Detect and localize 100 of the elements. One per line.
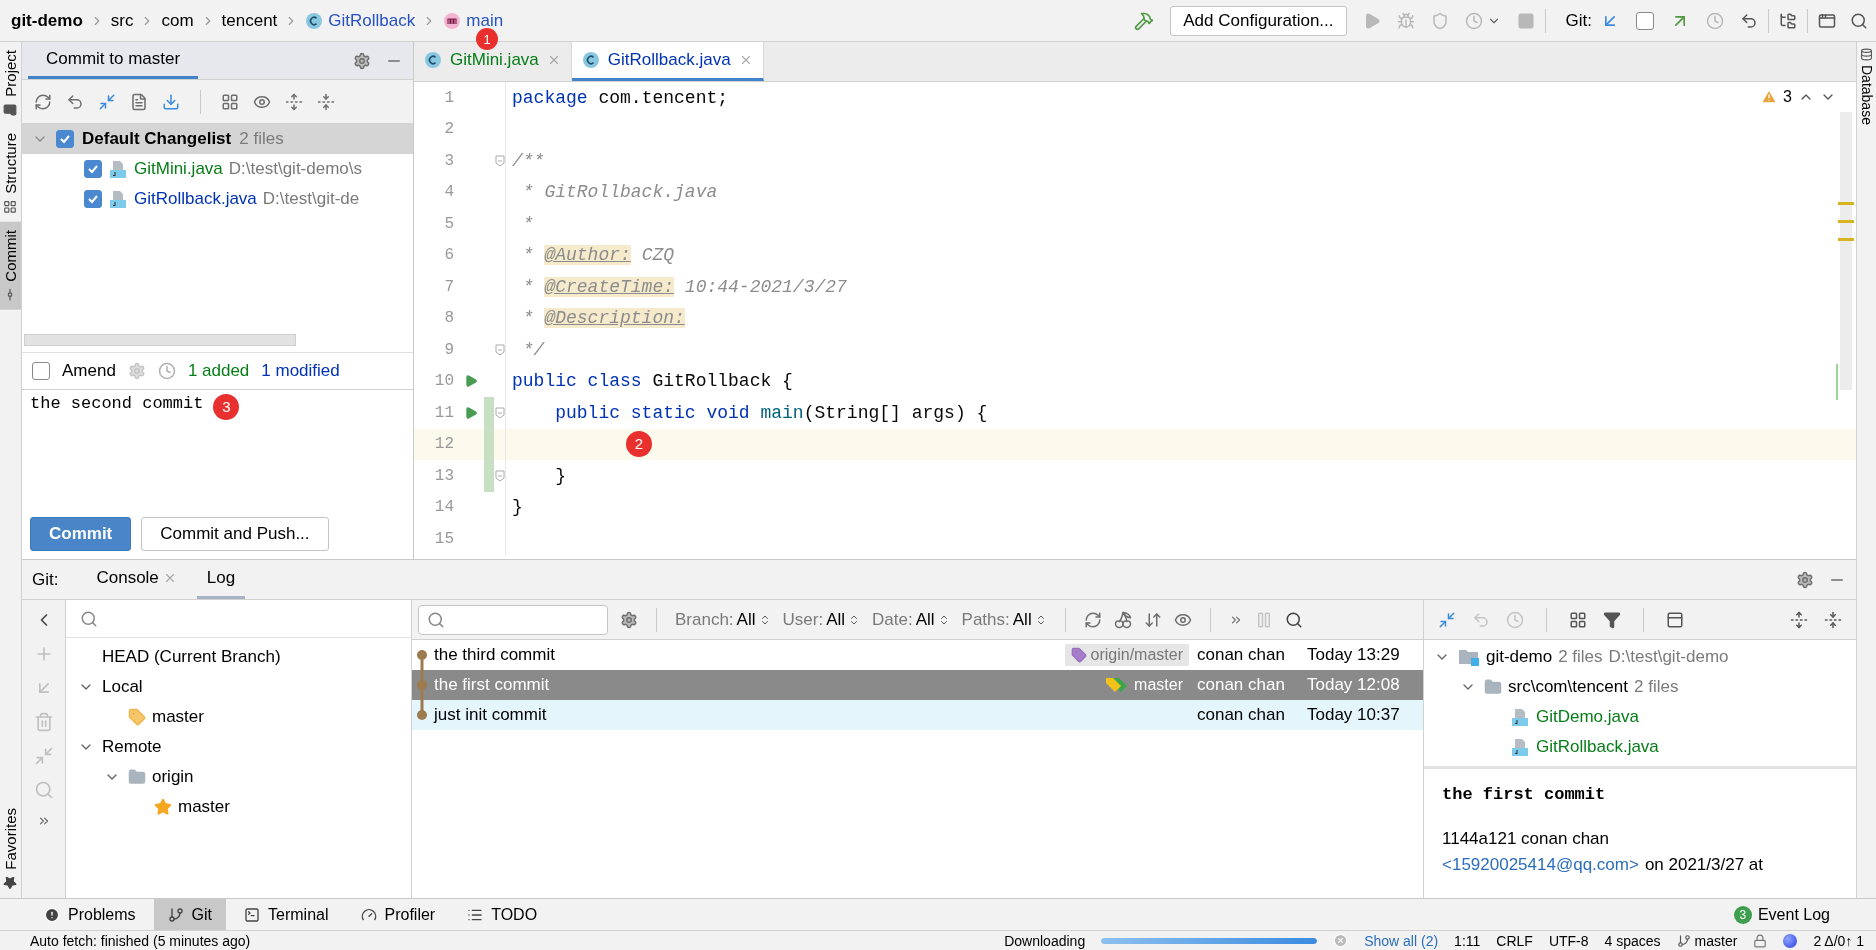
- search-icon[interactable]: [1284, 610, 1303, 629]
- cancel-icon[interactable]: [1333, 933, 1349, 948]
- amend-label[interactable]: Amend: [62, 360, 116, 381]
- fold-marker-icon[interactable]: [494, 406, 505, 419]
- vcs-status[interactable]: 2 Δ/0↑ 1: [1813, 932, 1864, 949]
- clock-icon[interactable]: [157, 361, 176, 380]
- cherry-pick-icon[interactable]: [1113, 610, 1132, 629]
- checkbox[interactable]: [84, 190, 102, 208]
- hammer-icon[interactable]: [1134, 10, 1155, 31]
- checkbox[interactable]: [56, 130, 74, 148]
- expand-all-icon[interactable]: [285, 92, 303, 111]
- commit-and-push-button[interactable]: Commit and Push...: [141, 517, 329, 551]
- side-tab[interactable]: Favorites: [0, 800, 21, 898]
- checkbox[interactable]: [84, 160, 102, 178]
- collapse-all-icon[interactable]: [1824, 610, 1842, 629]
- lock-icon[interactable]: [1753, 933, 1768, 948]
- status-item[interactable]: 1:11: [1454, 932, 1481, 949]
- tree-item[interactable]: Local: [102, 677, 143, 697]
- filter-dropdown[interactable]: Branch: All: [675, 609, 771, 630]
- status-circle-icon: [1783, 933, 1798, 948]
- refresh-icon[interactable]: [1083, 610, 1102, 629]
- change-summary-link[interactable]: 1 added: [187, 360, 250, 381]
- refresh-icon[interactable]: [34, 92, 52, 111]
- tool-window-tab[interactable]: Git: [153, 899, 227, 930]
- email-link[interactable]: <15920025414@qq.com>: [1442, 852, 1639, 878]
- tree-item[interactable]: master: [178, 797, 230, 817]
- event-log-button[interactable]: 3 Event Log: [1727, 899, 1836, 930]
- history-icon[interactable]: [1706, 11, 1724, 30]
- tree-item[interactable]: HEAD (Current Branch): [102, 647, 281, 667]
- show-all-link[interactable]: Show all (2): [1364, 932, 1439, 949]
- stop-icon[interactable]: [1516, 11, 1535, 30]
- sort-icon[interactable]: [1143, 610, 1162, 629]
- tool-window-tab[interactable]: Terminal: [230, 899, 343, 930]
- add-configuration-button[interactable]: Add Configuration...: [1170, 5, 1347, 36]
- filter-dropdown[interactable]: User: All: [782, 609, 861, 630]
- rollback-icon[interactable]: [1740, 11, 1758, 30]
- debug-icon[interactable]: [1396, 11, 1415, 30]
- scrollbar[interactable]: [24, 333, 296, 346]
- breadcrumb[interactable]: tencent: [218, 10, 281, 31]
- commit-message-field[interactable]: the second commit 3: [22, 389, 413, 517]
- fold-marker-icon[interactable]: [494, 343, 505, 356]
- breadcrumb[interactable]: src: [107, 10, 137, 31]
- tree-item[interactable]: src\com\tencent: [1508, 677, 1628, 697]
- commit-button[interactable]: Commit: [30, 517, 132, 551]
- status-item[interactable]: CRLF: [1496, 932, 1533, 949]
- breadcrumb[interactable]: git-demo: [8, 10, 86, 31]
- tool-window-tab[interactable]: Problems: [30, 899, 150, 930]
- diff-icon[interactable]: [98, 92, 116, 111]
- coverage-icon[interactable]: [1430, 11, 1449, 30]
- fold-marker-icon[interactable]: [494, 154, 505, 167]
- filter-dropdown[interactable]: Date: All: [872, 609, 950, 630]
- settings-icon[interactable]: [620, 610, 638, 629]
- status-item[interactable]: 4 spaces: [1604, 932, 1661, 949]
- side-tab[interactable]: Structure: [0, 124, 21, 222]
- tree-item[interactable]: GitDemo.java: [1536, 707, 1639, 727]
- side-tab[interactable]: Database: [1857, 42, 1876, 131]
- folder-icon: [1484, 678, 1502, 696]
- expand-all-icon[interactable]: [1790, 610, 1808, 629]
- breadcrumb[interactable]: main: [440, 10, 507, 31]
- run-icon[interactable]: [464, 374, 478, 389]
- tree-item[interactable]: master: [152, 707, 204, 727]
- side-tab[interactable]: Commit: [0, 221, 21, 310]
- breadcrumb[interactable]: GitRollback: [302, 10, 419, 31]
- line-number: 13: [433, 466, 455, 485]
- tool-window-tab[interactable]: TODO: [453, 899, 552, 930]
- project-structure-icon[interactable]: [1779, 11, 1797, 30]
- checkbox[interactable]: [32, 361, 50, 380]
- breadcrumb[interactable]: com: [158, 10, 197, 31]
- tree-item[interactable]: origin: [152, 767, 194, 787]
- run-icon[interactable]: [464, 405, 478, 420]
- group-by-icon[interactable]: [221, 92, 239, 111]
- tree-item[interactable]: GitRollback.java: [1536, 737, 1659, 757]
- diff-icon[interactable]: [1438, 610, 1456, 629]
- warning-count[interactable]: 3: [1783, 88, 1792, 106]
- side-tab[interactable]: Project: [0, 42, 21, 125]
- window-icon[interactable]: [1818, 11, 1836, 30]
- changelist-icon[interactable]: [130, 92, 148, 111]
- fold-marker-icon[interactable]: [494, 469, 505, 482]
- branch-widget[interactable]: master: [1694, 932, 1738, 949]
- group-by-icon[interactable]: [1569, 610, 1587, 629]
- file-name[interactable]: GitMini.java: [134, 159, 223, 179]
- tool-tab[interactable]: Console: [86, 560, 187, 599]
- editor-tab[interactable]: GitRollback.java: [571, 42, 764, 81]
- filter-dropdown[interactable]: Paths: All: [961, 609, 1047, 630]
- collapse-all-icon[interactable]: [317, 92, 335, 111]
- filter-icon[interactable]: [1603, 610, 1621, 629]
- status-item[interactable]: UTF-8: [1548, 932, 1589, 949]
- commit-row[interactable]: just init commit conan chan Today 10:37: [412, 700, 1423, 730]
- settings-icon[interactable]: [353, 51, 371, 70]
- shelve-icon[interactable]: [162, 92, 180, 111]
- change-summary-link[interactable]: 1 modified: [261, 360, 340, 381]
- tree-item[interactable]: git-demo: [1486, 647, 1553, 667]
- rollback-icon[interactable]: [66, 92, 84, 111]
- file-name[interactable]: GitRollback.java: [134, 189, 257, 209]
- layout-icon[interactable]: [1666, 610, 1684, 629]
- search-field[interactable]: [418, 604, 608, 635]
- settings-icon[interactable]: [1796, 570, 1814, 589]
- tree-item[interactable]: Remote: [102, 737, 162, 757]
- search-icon[interactable]: [1850, 11, 1868, 30]
- tool-window-tab[interactable]: Profiler: [346, 899, 450, 930]
